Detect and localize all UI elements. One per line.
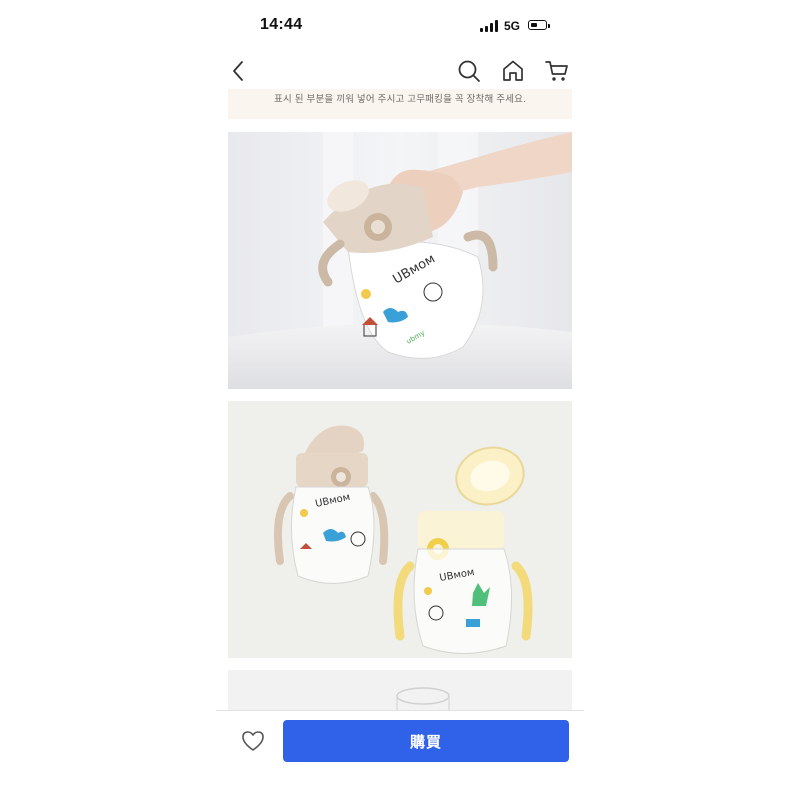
signal-icon — [480, 20, 500, 32]
buy-button[interactable]: 購買 — [283, 720, 569, 762]
battery-icon — [528, 20, 547, 30]
product-image-2: UBмом UBмом — [228, 401, 572, 658]
product-image-1: UBмом ubmy — [228, 132, 572, 389]
search-icon[interactable] — [456, 58, 482, 84]
chevron-left-icon[interactable] — [226, 58, 252, 84]
bottom-action-bar: 購買 — [216, 710, 584, 771]
notice-banner: 표시 된 부분을 끼워 넣어 주시고 고무패킹을 꼭 장착해 주세요. — [228, 89, 572, 119]
cart-icon[interactable] — [544, 58, 570, 84]
notice-text: 표시 된 부분을 끼워 넣어 주시고 고무패킹을 꼭 장착해 주세요. — [274, 94, 526, 105]
phone-screen: 14:44 5G 표시 된 부분을 끼워 넣어 주시고 고무패킹을 꼭 장착해 … — [216, 0, 584, 800]
status-time: 14:44 — [260, 16, 303, 33]
network-type: 5G — [504, 19, 521, 33]
battery-tip — [548, 23, 550, 28]
home-icon[interactable] — [500, 58, 526, 84]
product-image-3 — [228, 670, 572, 710]
heart-icon[interactable] — [240, 729, 266, 753]
